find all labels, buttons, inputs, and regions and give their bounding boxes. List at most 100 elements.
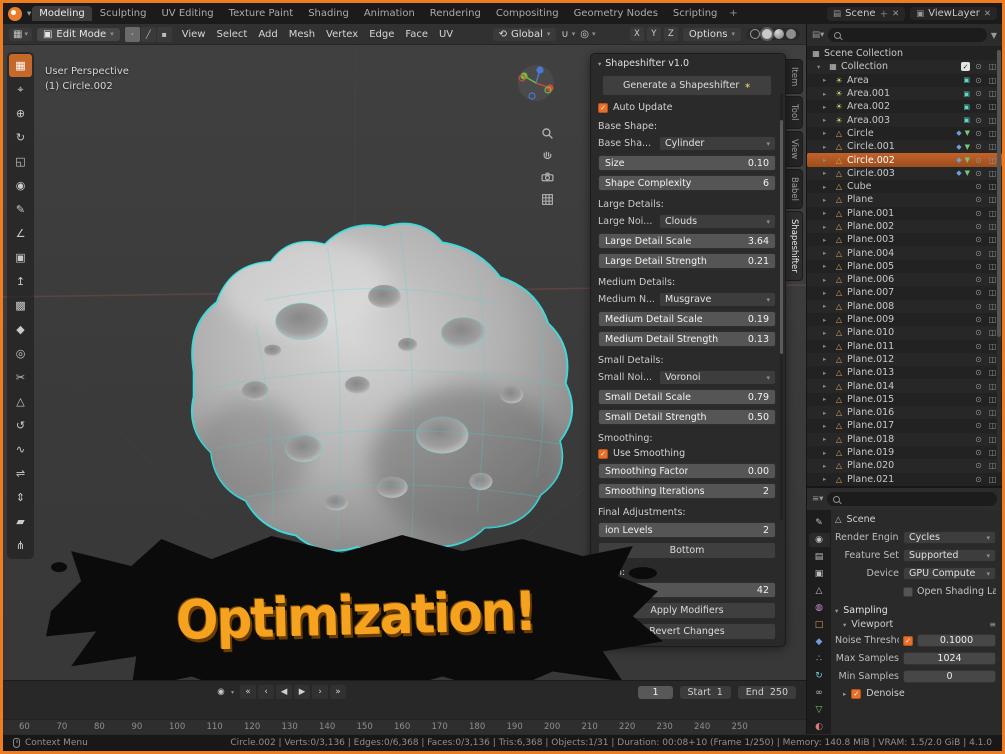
expand-arrow-icon[interactable]: ▸ (823, 76, 831, 84)
camera-icon[interactable]: ◫ (987, 475, 998, 484)
eye-icon[interactable]: ⊙ (973, 288, 984, 297)
outliner-item-plane-020[interactable]: ▸△Plane.020⊙◫ (807, 459, 1002, 472)
ion-levels-slider[interactable]: ion Levels2 (598, 522, 776, 538)
outliner-editor-icon[interactable]: ▤▾ (812, 30, 824, 40)
menu-uv[interactable]: UV (434, 28, 458, 41)
scene-selector[interactable]: ▤ Scene ＋ ✕ (827, 7, 905, 21)
tool-spin[interactable]: ↺ (9, 414, 32, 437)
panel-title-row[interactable]: ▾ Shapeshifter v1.0 (598, 58, 776, 69)
outliner-item-area-003[interactable]: ▸☀Area.003▣⊙◫ (807, 113, 1002, 126)
expand-arrow-icon[interactable]: ▸ (823, 209, 831, 217)
eye-icon[interactable]: ⊙ (973, 222, 984, 231)
blender-logo-icon[interactable] (8, 7, 22, 21)
tool-shear[interactable]: ▰ (9, 510, 32, 533)
tool-rip-region[interactable]: ⋔ (9, 534, 32, 557)
tool-move[interactable]: ⊕ (9, 102, 32, 125)
properties-search-input[interactable] (844, 493, 991, 505)
expand-arrow-icon[interactable]: ▸ (823, 395, 831, 403)
expand-arrow-icon[interactable]: ▸ (823, 90, 831, 98)
eye-icon[interactable]: ⊙ (973, 142, 984, 151)
outliner-item-plane-003[interactable]: ▸△Plane.003⊙◫ (807, 233, 1002, 246)
render-engine-select[interactable]: Cycles▾ (903, 531, 996, 544)
eye-icon[interactable]: ⊙ (973, 355, 984, 364)
expand-arrow-icon[interactable]: ▸ (823, 435, 831, 443)
outliner-item-plane-012[interactable]: ▸△Plane.012⊙◫ (807, 353, 1002, 366)
min-samples-field[interactable]: 0 (903, 670, 996, 683)
sampling-section[interactable]: ▾Sampling (835, 605, 996, 616)
expand-arrow-icon[interactable]: ▸ (823, 249, 831, 257)
workspace-tab-scripting[interactable]: Scripting (666, 6, 724, 21)
collapse-arrow-icon[interactable]: ▾ (598, 60, 601, 68)
eye-icon[interactable]: ⊙ (973, 195, 984, 204)
auto-update-checkbox-row[interactable]: ✓Auto Update (598, 102, 776, 113)
options-dropdown[interactable]: Options ▾ (683, 28, 741, 41)
outliner-item-plane-010[interactable]: ▸△Plane.010⊙◫ (807, 326, 1002, 339)
outliner-item-plane-006[interactable]: ▸△Plane.006⊙◫ (807, 273, 1002, 286)
jump-to-start-button[interactable]: « (240, 685, 256, 699)
small-detail-scale-slider[interactable]: Small Detail Scale0.79 (598, 389, 776, 405)
medium-detail-scale-slider[interactable]: Medium Detail Scale0.19 (598, 311, 776, 327)
workspace-tab-rendering[interactable]: Rendering (423, 6, 488, 21)
outliner-item-plane-011[interactable]: ▸△Plane.011⊙◫ (807, 340, 1002, 353)
expand-arrow-icon[interactable]: ▸ (823, 475, 831, 483)
outliner-item-plane-008[interactable]: ▸△Plane.008⊙◫ (807, 300, 1002, 313)
frame-end-field[interactable]: End 250 (738, 686, 796, 699)
eye-icon[interactable]: ⊙ (973, 249, 984, 258)
menu-add[interactable]: Add (253, 28, 282, 41)
smoothing-iterations-slider[interactable]: Smoothing Iterations2 (598, 483, 776, 499)
viewlayer-selector[interactable]: ▣ ViewLayer ✕ (910, 7, 997, 20)
material-shading-icon[interactable] (774, 29, 784, 39)
menu-vertex[interactable]: Vertex (321, 28, 363, 41)
outliner-item-plane-007[interactable]: ▸△Plane.007⊙◫ (807, 286, 1002, 299)
eye-icon[interactable]: ⊙ (973, 275, 984, 284)
workspace-tab-compositing[interactable]: Compositing (489, 6, 566, 21)
collection-row[interactable]: ▾ ▦ Collection ✓ ⊙ ◫ (807, 60, 1002, 73)
expand-arrow-icon[interactable]: ▸ (823, 223, 831, 231)
outliner-item-plane-005[interactable]: ▸△Plane.005⊙◫ (807, 260, 1002, 273)
eye-icon[interactable]: ⊙ (973, 209, 984, 218)
outliner-item-plane-017[interactable]: ▸△Plane.017⊙◫ (807, 419, 1002, 432)
eye-icon[interactable]: ⊙ (973, 89, 984, 98)
size-slider[interactable]: Size0.10 (598, 155, 776, 171)
outliner-item-circle[interactable]: ▸△Circle◆▼⊙◫ (807, 127, 1002, 140)
collapse-arrow-icon[interactable]: ▾ (843, 621, 846, 629)
frame-start-field[interactable]: Start 1 (680, 686, 731, 699)
max-samples-field[interactable]: 1024 (903, 652, 996, 665)
menu-select[interactable]: Select (211, 28, 252, 41)
mirror-x-toggle[interactable]: X (630, 27, 644, 41)
properties-tab-tool[interactable]: ✎ (809, 516, 830, 530)
medium-detail-strength-slider[interactable]: Medium Detail Strength0.13 (598, 331, 776, 347)
noise-threshold-checkbox[interactable]: ✓ (903, 636, 913, 646)
outliner-item-circle-002[interactable]: ▸△Circle.002◆▼⊙◫ (807, 153, 1002, 166)
tool-extrude-region[interactable]: ↥ (9, 270, 32, 293)
outliner-item-plane-001[interactable]: ▸△Plane.001⊙◫ (807, 207, 1002, 220)
collection-checkbox[interactable]: ✓ (961, 62, 970, 71)
expand-arrow-icon[interactable]: ▸ (823, 449, 831, 457)
feature-set-select[interactable]: Supported▾ (903, 549, 996, 562)
eye-icon[interactable]: ⊙ (973, 368, 984, 377)
expand-arrow-icon[interactable]: ▸ (823, 302, 831, 310)
next-keyframe-button[interactable]: › (312, 685, 328, 699)
generate-a-shapeshifter-button[interactable]: Generate a Shapeshifter∗ (602, 75, 772, 96)
workspace-tab-uv-editing[interactable]: UV Editing (154, 6, 220, 21)
expand-arrow-icon[interactable]: ▸ (823, 169, 831, 177)
eye-icon[interactable]: ⊙ (973, 169, 984, 178)
workspace-tab-animation[interactable]: Animation (357, 6, 422, 21)
outliner-item-plane-014[interactable]: ▸△Plane.014⊙◫ (807, 379, 1002, 392)
proportional-edit-icon[interactable]: ◎ (580, 29, 589, 40)
properties-tab-output[interactable]: ▤ (809, 550, 830, 564)
tool-add-cube[interactable]: ▣ (9, 246, 32, 269)
noise-threshold-field[interactable]: 0.1000 (917, 634, 996, 647)
properties-tab-render[interactable]: ◉ (809, 533, 830, 547)
tool-measure[interactable]: ∠ (9, 222, 32, 245)
tool-select-box[interactable]: ▦ (9, 54, 32, 77)
denoise-checkbox[interactable]: ✓ (851, 689, 861, 699)
eye-icon[interactable]: ⊙ (973, 382, 984, 391)
outliner[interactable]: ▦ Scene Collection ▾ ▦ Collection ✓ ⊙ ◫ … (807, 46, 1002, 486)
tool-smooth[interactable]: ∿ (9, 438, 32, 461)
menu-icon[interactable]: ≡ (989, 620, 996, 629)
expand-arrow-icon[interactable]: ▸ (823, 116, 831, 124)
pan-hand-icon[interactable] (541, 149, 554, 162)
eye-icon[interactable]: ⊙ (973, 315, 984, 324)
eye-icon[interactable]: ⊙ (973, 129, 984, 138)
